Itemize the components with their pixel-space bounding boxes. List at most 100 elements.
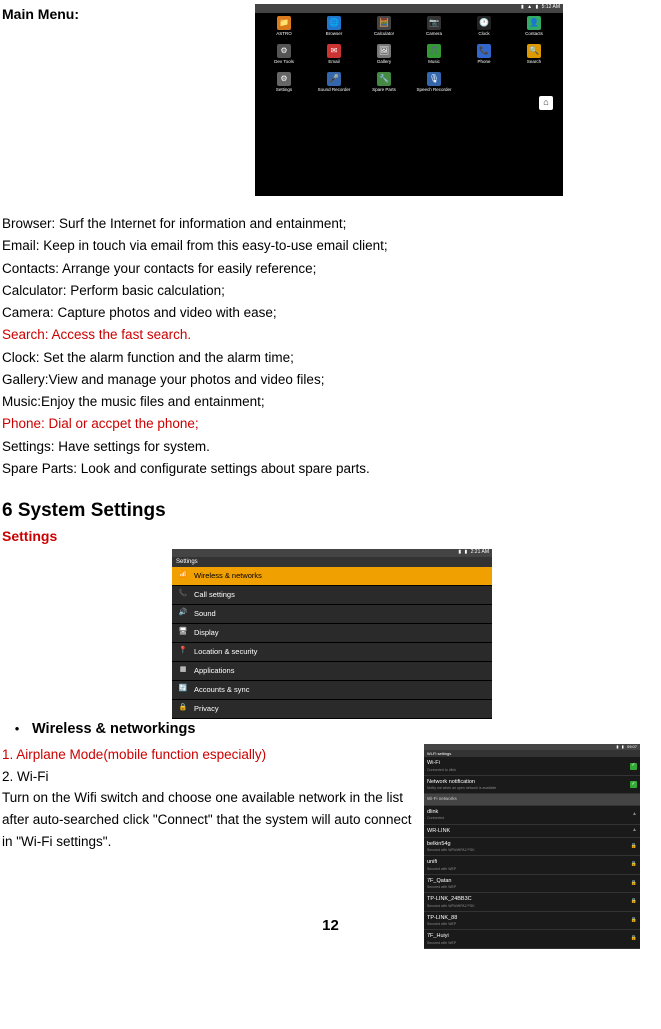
settings-row-label: Display (194, 627, 219, 638)
description-line: Spare Parts: Look and configurate settin… (2, 459, 659, 479)
wifi-signal-icon: ▲ (632, 811, 637, 819)
description-line: Phone: Dial or accpet the phone; (2, 414, 659, 434)
wifi-row-name: TP-LINK_88 (427, 914, 457, 922)
battery-icon: ▮ (535, 4, 538, 10)
description-line: Clock: Set the alarm function and the al… (2, 348, 659, 368)
app-label: Email (328, 59, 339, 66)
description-line: Search: Access the fast search. (2, 325, 659, 345)
app-label: ASTRO (276, 31, 292, 38)
app-label: Spare Parts (372, 87, 396, 94)
wifi-row-wr-link: WR-LINK▲ (424, 825, 640, 838)
section-6-heading: 6 System Settings (2, 497, 659, 526)
app-calculator: 🧮Calculator (359, 16, 409, 42)
status-bar-2: ▮ ▮ 2:21 AM (172, 549, 492, 557)
settings-row-icon: 🖥 (178, 628, 188, 638)
app-icon: 🎤 (327, 72, 341, 86)
description-line: Browser: Surf the Internet for informati… (2, 214, 659, 234)
status-time-2: 2:21 AM (471, 549, 489, 555)
description-line: Music:Enjoy the music files and entainme… (2, 392, 659, 412)
wifi-row-name: Wi-Fi (427, 759, 456, 767)
settings-row-privacy: 🔒Privacy (172, 700, 492, 719)
description-line: Gallery:View and manage your photos and … (2, 370, 659, 390)
signal-icon: ▮ (616, 744, 618, 749)
settings-row-accounts-sync: 🔄 Accounts & sync (172, 681, 492, 700)
settings-row-icon: ▦ (178, 666, 188, 676)
settings-row-icon: 🔄 (178, 685, 188, 695)
settings-subheading: Settings (2, 526, 659, 547)
app-speech-recorder: 🎙Speech Recorder (409, 72, 459, 98)
app-label: Search (527, 59, 541, 66)
app-label: Camera (426, 31, 442, 38)
wifi-row-name: 7F_Qatan (427, 877, 456, 885)
wifi-row-subtitle: Notify me when an open network is availa… (427, 786, 496, 791)
settings-row-label: Accounts & sync (194, 684, 249, 695)
wifi-lock-icon: 🔒 (631, 898, 637, 906)
settings-screenshot: ▮ ▮ 2:21 AM Settings 📶Wireless & network… (172, 549, 492, 701)
app-icon: ⚙ (277, 44, 291, 58)
settings-row-label: Call settings (194, 589, 235, 600)
wifi-screenshot: ▮ ▮ 09:07 Wi-Fi settings Wi-FiConnected … (424, 744, 640, 901)
app-settings: ⚙Settings (259, 72, 309, 98)
settings-row-wireless-networks: 📶Wireless & networks (172, 567, 492, 586)
checkbox-checked-icon: ✓ (630, 781, 637, 788)
wifi-row-subtitle: Connected to dlink (427, 768, 456, 773)
app-icon: 🌐 (327, 16, 341, 30)
status-time-3: 09:07 (627, 744, 637, 749)
wifi-row-subtitle: Secured with WEP (427, 885, 456, 890)
app-icon: 🖼 (377, 44, 391, 58)
app-email: ✉Email (309, 44, 359, 70)
app-icon: 📞 (477, 44, 491, 58)
description-line: Camera: Capture photos and video with ea… (2, 303, 659, 323)
app-label: Calculator (374, 31, 394, 38)
main-menu-label: Main Menu: (2, 4, 79, 196)
signal-icon: ▮ (521, 4, 524, 10)
wifi-row-name: Wi-Fi networks (427, 796, 457, 803)
wifi-lock-icon: 🔒 (631, 880, 637, 888)
app-label: Settings (276, 87, 292, 94)
app-clock: 🕐Clock (459, 16, 509, 42)
wifi-section-header: Wi-Fi networks (424, 794, 640, 806)
airplane-mode-line: 1. Airplane Mode(mobile function especia… (2, 744, 424, 766)
wifi-row-unifi: unifiSecured with WEP🔒 (424, 856, 640, 875)
wifi-row-network-notification: Network notificationNotify me when an op… (424, 776, 640, 795)
app-browser: 🌐Browser (309, 16, 359, 42)
wifi-row-tp-link-88: TP-LINK_88Secured with WEP🔒 (424, 912, 640, 931)
settings-row-icon: 📍 (178, 647, 188, 657)
description-block: Browser: Surf the Internet for informati… (2, 214, 659, 479)
wifi-row-subtitle: Secured with WPA/WPA2 PSK (427, 848, 475, 853)
wifi-row-belkin54g: belkin54gSecured with WPA/WPA2 PSK🔒 (424, 838, 640, 857)
settings-row-icon: 🔊 (178, 609, 188, 619)
main-menu-screenshot: ▮ ▲ ▮ 5:12 AM 📁ASTRO🌐Browser🧮Calculator📷… (255, 4, 563, 196)
wifi-row-name: belkin54g (427, 840, 475, 848)
settings-row-icon: 📞 (178, 590, 188, 600)
settings-row-call-settings: 📞 Call settings (172, 586, 492, 605)
app-icon: ⚙ (277, 72, 291, 86)
wireless-heading: Wireless & networkings (32, 719, 195, 741)
settings-row-label: Location & security (194, 646, 257, 657)
app-label: Gallery (377, 59, 391, 66)
home-icon: ⌂ (539, 96, 553, 110)
app-spare-parts: 🔧Spare Parts (359, 72, 409, 98)
app-label: Contacts (525, 31, 543, 38)
description-line: Settings: Have settings for system. (2, 437, 659, 457)
description-line: Calculator: Perform basic calculation; (2, 281, 659, 301)
wifi-row-tp-link-24bb3c: TP-LINK_24BB3CSecured with WPA/WPA2 PSK🔒 (424, 893, 640, 912)
app-label: Music (428, 59, 440, 66)
wifi-row-dlink: dlinkConnected▲ (424, 806, 640, 825)
app-music: 🎵Music (409, 44, 459, 70)
app-icon: 🎙 (427, 72, 441, 86)
wifi-paragraph: Turn on the Wifi switch and choose one a… (2, 787, 424, 852)
app-contacts: 👤Contacts (509, 16, 559, 42)
wifi-row-subtitle: Secured with WEP (427, 922, 457, 927)
settings-row-display: 🖥 Display (172, 624, 492, 643)
battery-icon: ▮ (622, 744, 624, 749)
wifi-text-block: 1. Airplane Mode(mobile function especia… (2, 744, 424, 901)
settings-app-title: Settings (172, 557, 492, 567)
wifi-row-subtitle: Connected (427, 816, 444, 821)
wifi-row-wi-fi: Wi-FiConnected to dlink✓ (424, 757, 640, 776)
settings-row-label: Sound (194, 608, 216, 619)
wifi-row-subtitle: Secured with WPA/WPA2 PSK (427, 904, 475, 909)
app-gallery: 🖼Gallery (359, 44, 409, 70)
settings-row-applications: ▦Applications (172, 662, 492, 681)
app-icon: 🎵 (427, 44, 441, 58)
